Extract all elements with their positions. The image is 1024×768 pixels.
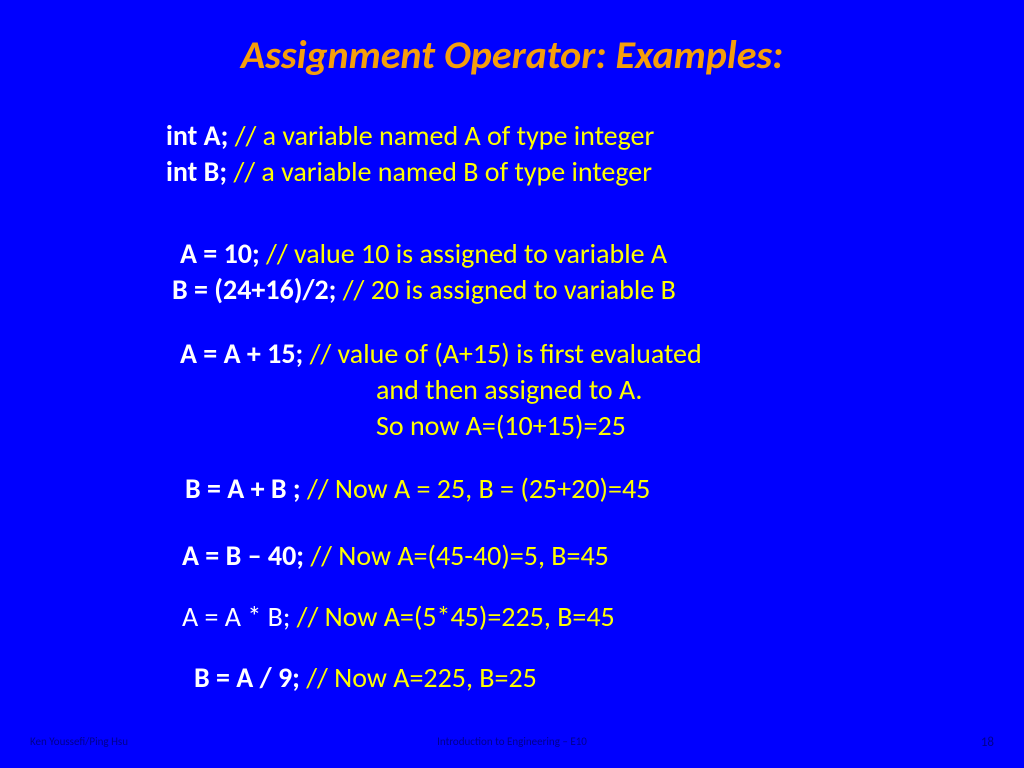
code-text: B = (24+16)/2; xyxy=(172,272,343,307)
comment-text: // Now A = 25, B = (25+20)=45 xyxy=(307,471,650,506)
decl-a: int A; // a variable named A of type int… xyxy=(166,118,654,153)
assign-a-plus15-cont2: So now A=(10+15)=25 xyxy=(376,408,626,443)
assign-b-aplusb: B = A + B ; // Now A = 25, B = (25+20)=4… xyxy=(185,471,650,506)
code-text: B = A + B ; xyxy=(185,471,307,506)
assign-b-adiv9: B = A / 9; // Now A=225, B=25 xyxy=(194,660,537,695)
assign-a-bminus40: A = B – 40; // Now A=(45-40)=5, B=45 xyxy=(182,538,609,573)
assign-b-expr: B = (24+16)/2; // 20 is assigned to vari… xyxy=(172,272,676,307)
comment-text: // value of (A+15) is first evaluated xyxy=(310,336,702,371)
code-text: int A; xyxy=(166,118,235,153)
footer-page-number: 18 xyxy=(981,735,994,750)
assign-a-plus15-cont1: and then assigned to A. xyxy=(376,372,642,407)
comment-text: // value 10 is assigned to variable A xyxy=(266,236,667,271)
code-text: int B; xyxy=(166,154,233,189)
comment-text: // Now A=225, B=25 xyxy=(306,660,537,695)
comment-text: // a variable named A of type integer xyxy=(235,118,655,153)
comment-text: // a variable named B of type integer xyxy=(233,154,652,189)
slide-title: Assignment Operator: Examples: xyxy=(0,30,1024,79)
assign-a-10: A = 10; // value 10 is assigned to varia… xyxy=(180,236,667,271)
code-text: A = 10; xyxy=(180,236,266,271)
code-text: A = A + 15; xyxy=(180,336,310,371)
footer-center: Introduction to Engineering – E10 xyxy=(0,735,1024,748)
comment-text: // Now A=(45-40)=5, B=45 xyxy=(310,538,609,573)
assign-a-plus15: A = A + 15; // value of (A+15) is first … xyxy=(180,336,702,371)
code-text: B = A / 9; xyxy=(194,660,306,695)
comment-text: // Now A=(5*45)=225, B=45 xyxy=(297,599,615,634)
decl-b: int B; // a variable named B of type int… xyxy=(166,154,652,189)
code-text: A = A * B; xyxy=(182,599,297,634)
slide: Assignment Operator: Examples: int A; //… xyxy=(0,0,1024,768)
code-text: A = B – 40; xyxy=(182,538,310,573)
comment-text: // 20 is assigned to variable B xyxy=(343,272,676,307)
assign-a-times-b: A = A * B; // Now A=(5*45)=225, B=45 xyxy=(182,599,615,634)
